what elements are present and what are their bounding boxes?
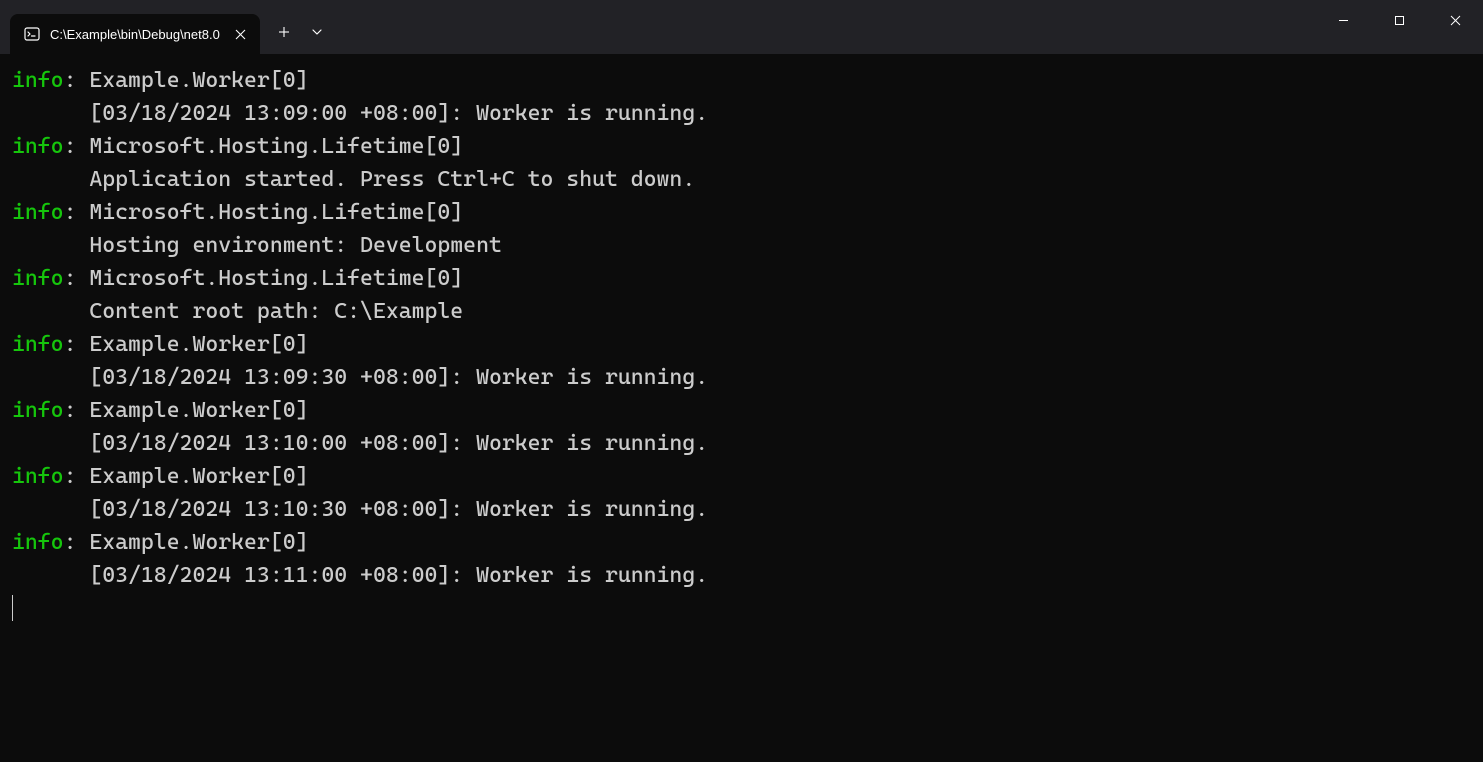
tab-close-button[interactable] — [230, 24, 250, 44]
minimize-button[interactable] — [1315, 0, 1371, 40]
log-separator: : — [64, 134, 90, 159]
log-level: info — [12, 266, 64, 291]
cursor-line — [12, 592, 1471, 625]
log-source: Example.Worker[0] — [89, 332, 308, 357]
terminal-tab[interactable]: C:\Example\bin\Debug\net8.0 — [10, 14, 260, 54]
log-separator: : — [64, 266, 90, 291]
log-separator: : — [64, 530, 90, 555]
log-message: [03/18/2024 13:09:00 +08:00]: Worker is … — [12, 97, 1471, 130]
log-message: Hosting environment: Development — [12, 229, 1471, 262]
log-level: info — [12, 530, 64, 555]
log-separator: : — [64, 398, 90, 423]
log-header-line: info: Example.Worker[0] — [12, 526, 1471, 559]
log-source: Microsoft.Hosting.Lifetime[0] — [89, 266, 463, 291]
log-source: Example.Worker[0] — [89, 464, 308, 489]
log-message: Content root path: C:\Example — [12, 295, 1471, 328]
log-header-line: info: Microsoft.Hosting.Lifetime[0] — [12, 130, 1471, 163]
log-separator: : — [64, 332, 90, 357]
log-source: Microsoft.Hosting.Lifetime[0] — [89, 200, 463, 225]
log-source: Example.Worker[0] — [89, 530, 308, 555]
log-source: Example.Worker[0] — [89, 398, 308, 423]
cursor — [12, 595, 13, 621]
titlebar-left: C:\Example\bin\Debug\net8.0 — [0, 0, 332, 54]
log-message: [03/18/2024 13:10:30 +08:00]: Worker is … — [12, 493, 1471, 526]
log-header-line: info: Microsoft.Hosting.Lifetime[0] — [12, 262, 1471, 295]
tab-title: C:\Example\bin\Debug\net8.0 — [50, 27, 220, 42]
window-controls — [1315, 0, 1483, 54]
log-separator: : — [64, 200, 90, 225]
log-level: info — [12, 68, 64, 93]
window-close-button[interactable] — [1427, 0, 1483, 40]
log-source: Microsoft.Hosting.Lifetime[0] — [89, 134, 463, 159]
log-level: info — [12, 332, 64, 357]
log-level: info — [12, 134, 64, 159]
new-tab-button[interactable] — [266, 14, 302, 50]
log-header-line: info: Example.Worker[0] — [12, 328, 1471, 361]
terminal-output[interactable]: info: Example.Worker[0][03/18/2024 13:09… — [0, 54, 1483, 762]
close-icon — [235, 29, 246, 40]
log-header-line: info: Example.Worker[0] — [12, 394, 1471, 427]
titlebar: C:\Example\bin\Debug\net8.0 — [0, 0, 1483, 54]
minimize-icon — [1338, 15, 1349, 26]
log-message: [03/18/2024 13:10:00 +08:00]: Worker is … — [12, 427, 1471, 460]
log-message: [03/18/2024 13:11:00 +08:00]: Worker is … — [12, 559, 1471, 592]
maximize-icon — [1394, 15, 1405, 26]
log-level: info — [12, 200, 64, 225]
log-source: Example.Worker[0] — [89, 68, 308, 93]
log-message: Application started. Press Ctrl+C to shu… — [12, 163, 1471, 196]
terminal-icon — [24, 26, 40, 42]
log-header-line: info: Example.Worker[0] — [12, 64, 1471, 97]
chevron-down-icon — [311, 26, 323, 38]
log-header-line: info: Example.Worker[0] — [12, 460, 1471, 493]
log-message: [03/18/2024 13:09:30 +08:00]: Worker is … — [12, 361, 1471, 394]
log-level: info — [12, 464, 64, 489]
tab-dropdown-button[interactable] — [302, 14, 332, 50]
close-icon — [1450, 15, 1461, 26]
log-level: info — [12, 398, 64, 423]
plus-icon — [278, 26, 290, 38]
log-header-line: info: Microsoft.Hosting.Lifetime[0] — [12, 196, 1471, 229]
log-separator: : — [64, 464, 90, 489]
log-separator: : — [64, 68, 90, 93]
maximize-button[interactable] — [1371, 0, 1427, 40]
